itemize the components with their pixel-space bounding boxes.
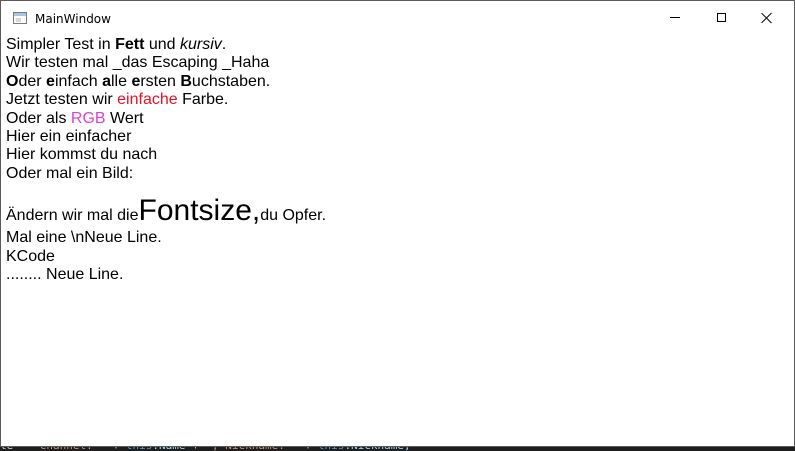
text-segment: du Opfer. (260, 207, 327, 225)
text-segment: Oder als (6, 109, 71, 127)
rich-text-content: Simpler Test in Fett und kursiv. Wir tes… (6, 36, 786, 284)
bold-letter: a (102, 72, 111, 90)
text-line-dots: ........ Neue Line. (6, 265, 124, 283)
text-line-newline-escape: Mal eine \nNeue Line. (6, 229, 162, 247)
bold-letter: e (131, 72, 141, 90)
bold-text: Fett (115, 36, 145, 53)
text-segment: Wert (105, 109, 144, 127)
text-segment: uchstaben. (191, 72, 271, 90)
text-line-rgb-color: Oder als RGB Wert (6, 110, 786, 128)
text-segment: Simpler Test in (6, 36, 116, 53)
text-segment: Jetzt testen wir (6, 91, 118, 109)
large-text: Fontsize, (138, 194, 261, 228)
window-title: MainWindow (35, 12, 111, 26)
close-button[interactable] (744, 1, 790, 34)
text-segment: Ändern wir mal die (6, 207, 139, 225)
text-line: Hier kommst du nach (6, 146, 158, 164)
text-segment: infach (54, 72, 103, 90)
text-line: Hier ein einfacher (6, 127, 132, 145)
text-line-fontsize: Ändern wir mal die Fontsize, du Opfer. (6, 193, 786, 229)
text-line-image-caption: Oder mal ein Bild: (6, 164, 134, 182)
text-line-first-letters: Oder einfach alle ersten Buchstaben. (6, 73, 786, 91)
bold-letter: B (180, 72, 192, 90)
text-segment: lle (110, 72, 132, 90)
image-placeholder (6, 183, 786, 193)
red-text: einfache (117, 91, 178, 109)
main-window: MainWindow Simpler Test in Fett und kurs… (0, 0, 795, 447)
maximize-button[interactable] (698, 1, 744, 34)
text-line-simple-color: Jetzt testen wir einfache Farbe. (6, 91, 786, 109)
text-segment: Farbe. (177, 91, 229, 109)
app-window-icon (13, 12, 27, 24)
text-segment: und (144, 36, 180, 53)
italic-text: kursiv (180, 36, 222, 53)
bold-letter: e (46, 72, 55, 90)
maximize-icon (716, 13, 726, 22)
text-segment: . (221, 36, 227, 53)
bold-letter: O (6, 72, 19, 90)
title-bar[interactable]: MainWindow (1, 1, 794, 34)
minimize-icon (670, 17, 680, 18)
text-line-escaping: Wir testen mal _das Escaping _Haha (6, 54, 270, 72)
text-line-kcode: KCode (6, 247, 55, 265)
text-line-bold-italic: Simpler Test in Fett und kursiv. (6, 36, 786, 54)
close-icon (761, 12, 773, 24)
text-segment: der (18, 72, 47, 90)
text-segment: rsten (140, 72, 181, 90)
rgb-colored-text: RGB (70, 109, 106, 127)
minimize-button[interactable] (652, 1, 698, 34)
